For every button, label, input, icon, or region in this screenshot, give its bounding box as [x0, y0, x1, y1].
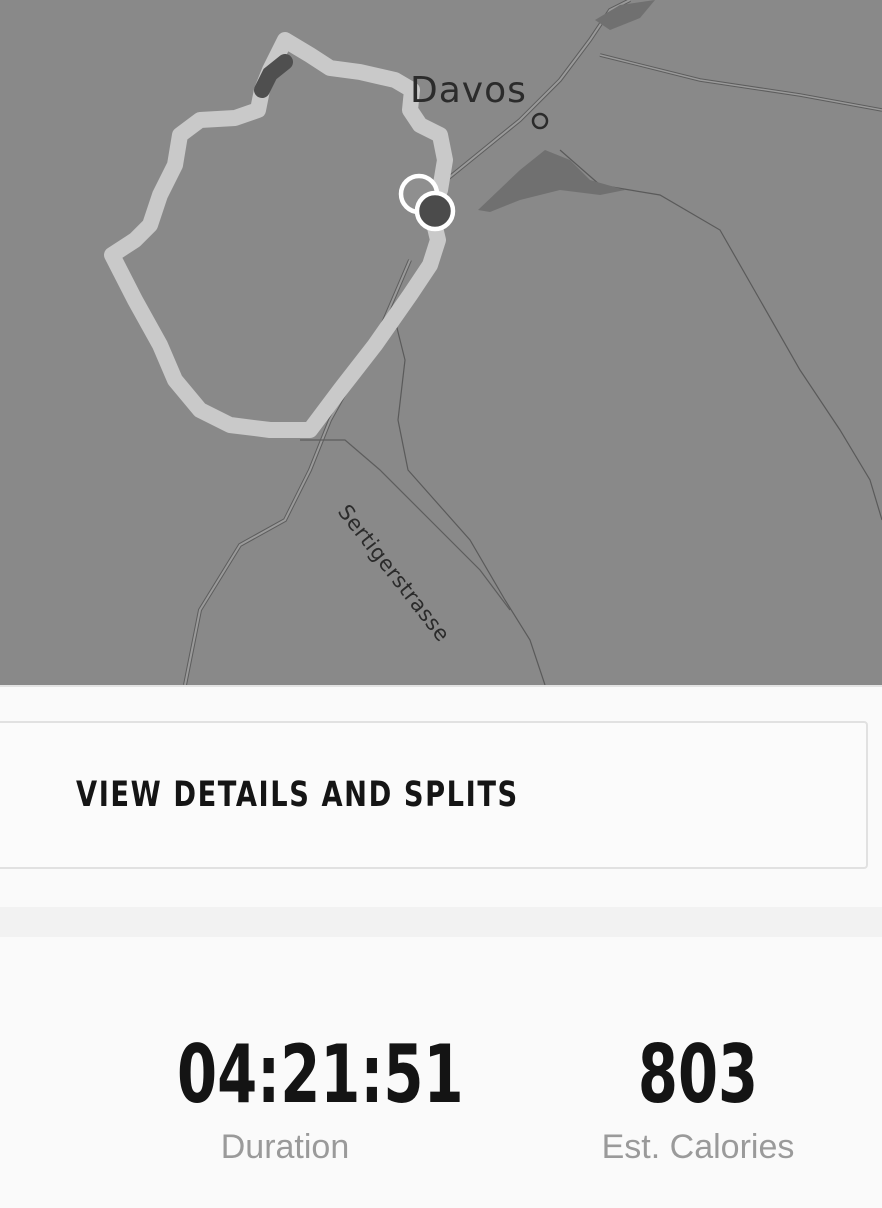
duration-stat: 04:21:51 Duration [135, 1028, 464, 1167]
route-map[interactable]: Davos Sertigerstrasse [0, 0, 882, 685]
lake [478, 150, 625, 212]
section-separator [0, 907, 882, 937]
calories-value: 803 [637, 1028, 759, 1121]
terrain-line [394, 319, 546, 685]
view-details-label: VIEW DETAILS AND SPLITS [76, 775, 519, 815]
road [184, 259, 411, 685]
view-details-button[interactable]: VIEW DETAILS AND SPLITS [0, 721, 868, 869]
duration-label: Duration [220, 1128, 350, 1166]
place-dot [531, 112, 549, 130]
divider [0, 685, 882, 687]
road [599, 54, 882, 111]
road [183, 259, 412, 685]
calories-stat: 803 Est. Calories [548, 1030, 848, 1167]
calories-label: Est. Calories [601, 1128, 795, 1166]
place-label: Davos [410, 70, 527, 111]
lake-inlet [595, 0, 655, 30]
route-track [104, 32, 453, 438]
duration-value: 04:21:51 [177, 1028, 464, 1121]
terrain-line [559, 149, 882, 521]
end-marker [414, 190, 456, 232]
